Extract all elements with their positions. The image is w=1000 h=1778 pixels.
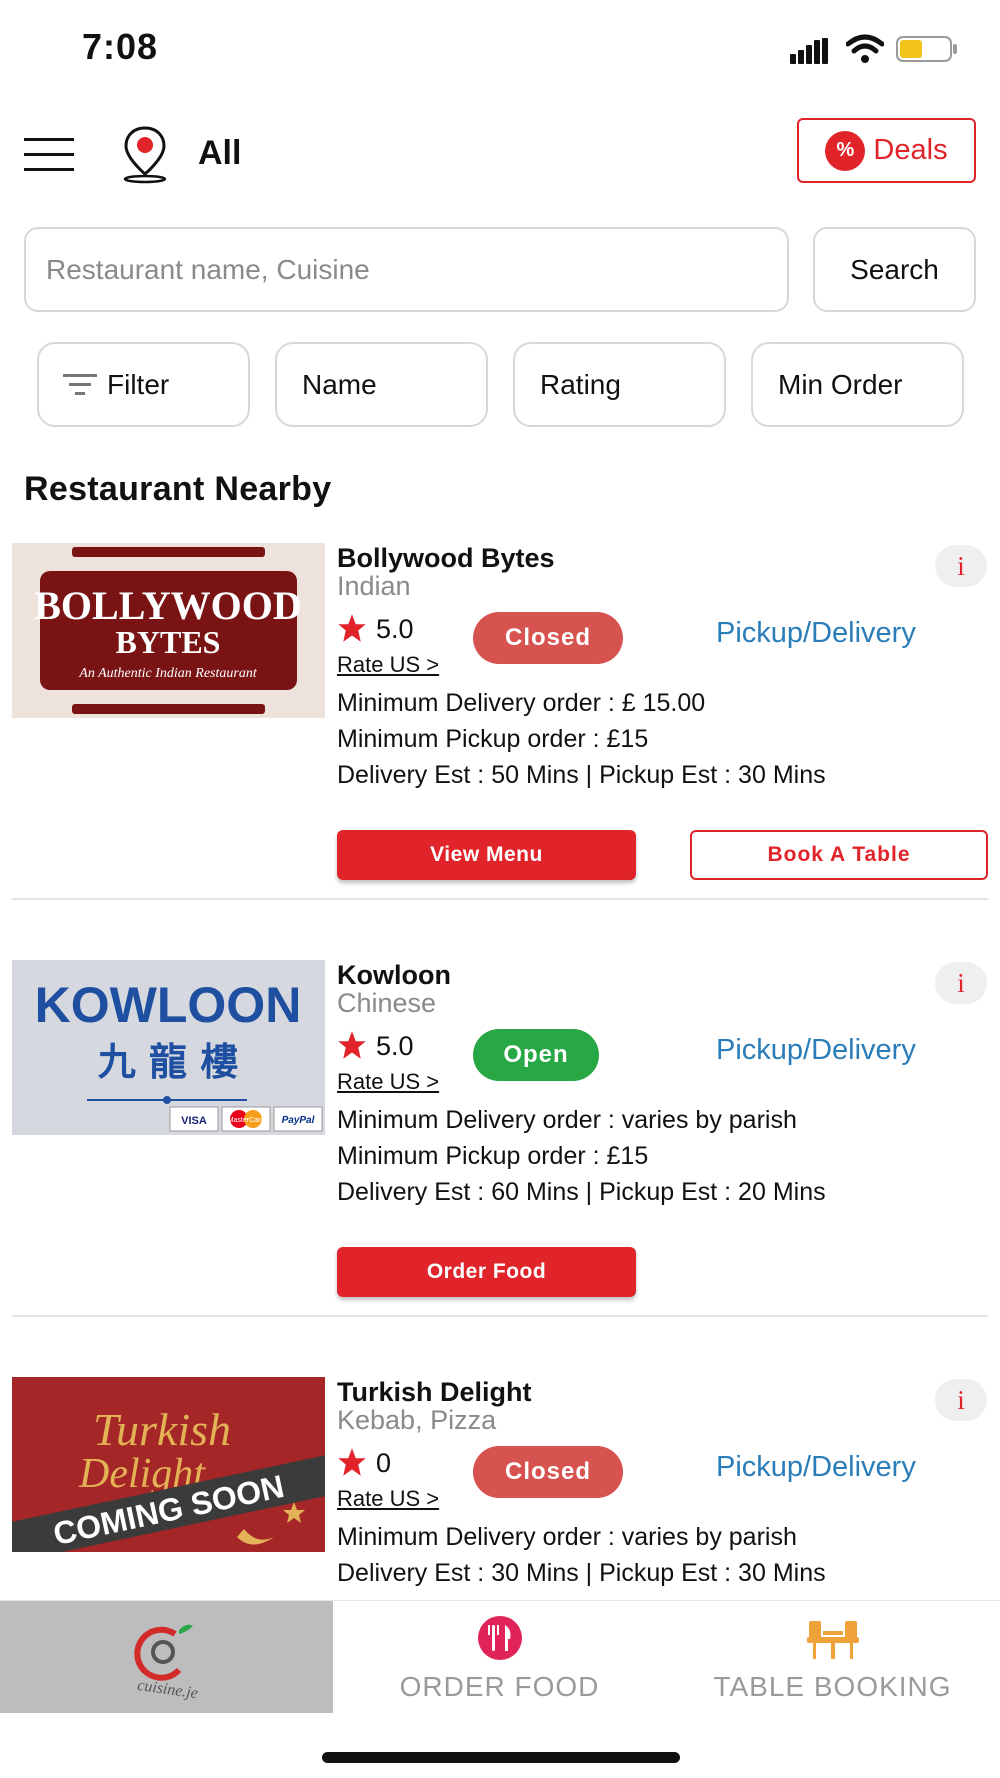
nav-home[interactable]: cuisine.je [0,1601,333,1713]
min-delivery-order: Minimum Delivery order : varies by paris… [337,1523,797,1551]
restaurant-logo[interactable]: BOLLYWOOD BYTES An Authentic Indian Rest… [12,543,325,718]
home-indicator[interactable] [322,1752,680,1763]
service-type: Pickup/Delivery [716,1451,916,1483]
restaurant-card: Turkish Delight COMING SOON Turkish Deli… [0,1377,1000,1599]
book-table-button[interactable]: Book A Table [690,830,988,880]
divider [12,898,988,900]
restaurant-cuisine: Indian [337,571,411,601]
delivery-pickup-estimate: Delivery Est : 60 Mins | Pickup Est : 20… [337,1178,826,1206]
nav-order-food-label: ORDER FOOD [399,1671,600,1702]
delivery-pickup-estimate: Delivery Est : 50 Mins | Pickup Est : 30… [337,761,826,789]
status-time: 7:08 [82,26,159,67]
percent-icon: % [825,130,866,171]
battery-icon [896,36,957,62]
restaurant-name[interactable]: Bollywood Bytes [337,543,555,574]
rating-value: 5.0 [376,614,414,644]
info-icon[interactable]: i [935,1379,987,1421]
deals-button[interactable]: % Deals [797,118,976,183]
location-pin-icon[interactable] [118,124,172,184]
logo-line1: Turkish [93,1404,231,1455]
rating-value: 0 [376,1448,392,1478]
table-chairs-icon [806,1621,859,1659]
nav-table-booking[interactable]: TABLE BOOKING [666,1601,999,1713]
service-type: Pickup/Delivery [716,1034,916,1066]
star-icon [338,1448,366,1476]
restaurant-card: KOWLOON 九 龍 樓 VISA MasterCard PayPal Kow… [0,960,1000,1320]
search-input[interactable] [24,227,789,312]
rate-us-link[interactable]: Rate US > [337,652,439,678]
section-title: Restaurant Nearby [24,470,332,508]
sort-min-order-chip[interactable]: Min Order [751,342,964,427]
info-icon[interactable]: i [935,545,987,587]
delivery-pickup-estimate: Delivery Est : 30 Mins | Pickup Est : 30… [337,1559,826,1587]
sort-name-chip[interactable]: Name [275,342,488,427]
min-pickup-order: Minimum Pickup order : £15 [337,725,649,753]
star-icon [338,614,366,642]
nav-table-booking-label: TABLE BOOKING [713,1671,952,1702]
order-food-button[interactable]: Order Food [337,1247,636,1297]
cuisine-je-logo: cuisine.je [133,1624,199,1702]
nav-order-food[interactable]: ORDER FOOD [333,1601,666,1713]
restaurant-name[interactable]: Kowloon [337,960,451,991]
info-icon[interactable]: i [935,962,987,1004]
kowloon-logo: KOWLOON 九 龍 樓 VISA MasterCard PayPal [12,960,325,1135]
restaurant-cuisine: Kebab, Pizza [337,1405,497,1435]
status-badge: Closed [473,1446,623,1498]
wifi-icon [846,34,884,63]
divider [12,1315,988,1317]
menu-icon[interactable] [24,138,74,172]
search-button[interactable]: Search [813,227,976,312]
logo-line2: BYTES [116,624,221,660]
card-mastercard: MasterCard [228,1117,265,1124]
deals-label: Deals [873,134,948,166]
status-badge: Open [473,1029,599,1081]
service-type: Pickup/Delivery [716,617,916,649]
restaurant-cuisine: Chinese [337,988,437,1018]
card-visa: VISA [181,1115,207,1127]
star-icon [338,1031,366,1059]
home-logo-text: cuisine.je [136,1677,199,1702]
location-label[interactable]: All [198,134,241,173]
turkish-delight-logo: Turkish Delight COMING SOON [12,1377,325,1552]
status-bar: 7:08 [0,0,1000,100]
cellular-signal-icon [790,38,828,64]
min-pickup-order: Minimum Pickup order : £15 [337,1142,649,1170]
status-badge: Closed [473,612,623,664]
restaurant-name[interactable]: Turkish Delight [337,1377,532,1408]
restaurant-logo[interactable]: KOWLOON 九 龍 樓 VISA MasterCard PayPal [12,960,325,1135]
filter-chip-label: Filter [107,368,170,400]
fork-knife-icon [477,1616,522,1660]
filter-icon [63,373,97,395]
logo-tagline: An Authentic Indian Restaurant [78,666,258,681]
filter-chip[interactable]: Filter [37,342,250,427]
restaurant-logo[interactable]: Turkish Delight COMING SOON [12,1377,325,1552]
card-paypal: PayPal [282,1115,315,1126]
rate-us-link[interactable]: Rate US > [337,1486,439,1512]
logo-line2: 九 龍 樓 [98,1040,238,1084]
view-menu-button[interactable]: View Menu [337,830,636,880]
logo-line1: KOWLOON [35,977,302,1033]
bottom-nav: cuisine.je ORDER FOOD TABLE BOOKING [0,1600,1000,1713]
bollywood-bytes-logo: BOLLYWOOD BYTES An Authentic Indian Rest… [12,543,325,718]
logo-line1: BOLLYWOOD [34,583,301,628]
restaurant-card: BOLLYWOOD BYTES An Authentic Indian Rest… [0,543,1000,903]
min-delivery-order: Minimum Delivery order : £ 15.00 [337,689,706,717]
sort-rating-chip[interactable]: Rating [513,342,726,427]
min-delivery-order: Minimum Delivery order : varies by paris… [337,1106,797,1134]
rating-value: 5.0 [376,1031,414,1061]
rate-us-link[interactable]: Rate US > [337,1069,439,1095]
